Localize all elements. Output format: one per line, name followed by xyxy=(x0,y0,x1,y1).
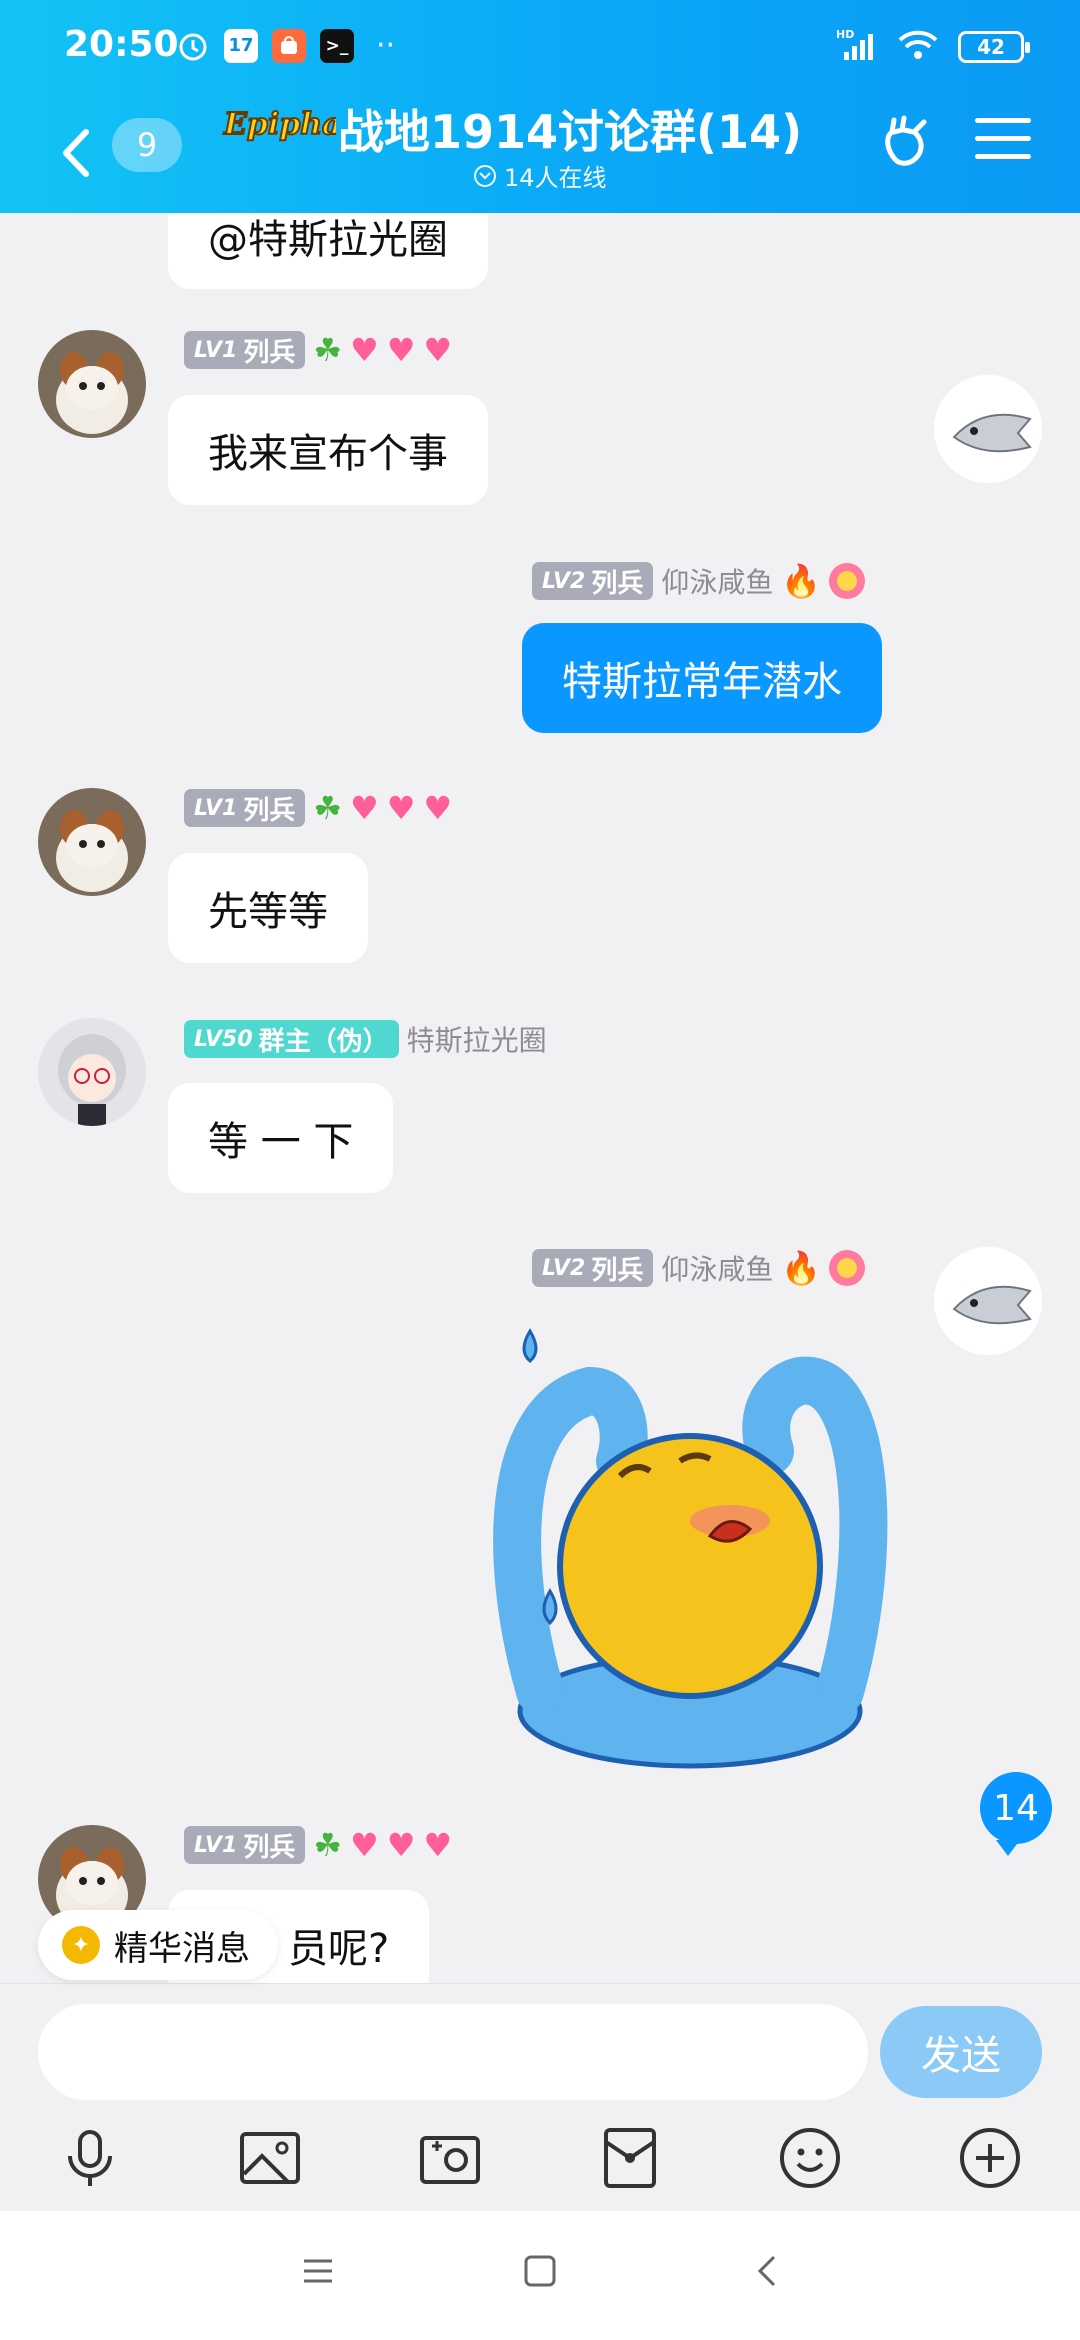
avatar-anime-girl[interactable] xyxy=(38,1018,146,1126)
avatar-cat[interactable] xyxy=(38,788,146,896)
plus-icon[interactable] xyxy=(958,2126,1022,2190)
heart-icon: ♥ xyxy=(386,1826,416,1864)
level-badge: LV1 列兵 xyxy=(184,789,306,827)
message-bubble[interactable]: @特斯拉光圈 xyxy=(168,213,488,289)
heart-icon: ♥ xyxy=(423,331,453,369)
title-bar: 9 Epiphany 战地1914讨论群(14) 14人在线 xyxy=(0,96,1080,213)
shop-app-icon xyxy=(272,28,306,63)
menu-line xyxy=(975,136,1031,141)
crying-emoji-sticker[interactable] xyxy=(470,1311,910,1781)
online-count: 14人在线 xyxy=(504,164,607,192)
level-badge: LV2 列兵 xyxy=(532,1249,654,1287)
svg-text:HD: HD xyxy=(836,28,854,41)
unread-count-badge[interactable]: 9 xyxy=(112,118,182,172)
heart-icon: ♥ xyxy=(423,1826,453,1864)
alarm-icon xyxy=(176,29,210,63)
group-title[interactable]: 战地1914讨论群(14) xyxy=(338,96,802,162)
battery-indicator: 42 xyxy=(958,31,1030,63)
message-bubble[interactable]: 我来宣布个事 xyxy=(168,395,488,505)
sender-nickname: 仰泳咸鱼 xyxy=(661,1253,774,1286)
system-navigation-bar xyxy=(0,2211,1080,2340)
home-icon[interactable] xyxy=(520,2251,560,2291)
flower-icon xyxy=(829,1250,866,1286)
level-badge: LV1 列兵 xyxy=(184,331,306,369)
fire-icon: 🔥 xyxy=(781,1249,822,1287)
message-bubble[interactable]: 先等等 xyxy=(168,853,368,963)
message-bubble-self[interactable]: 特斯拉常年潜水 xyxy=(522,623,882,733)
heart-icon: ♥ xyxy=(350,789,379,827)
avatar-fish[interactable] xyxy=(934,375,1042,483)
more-notifications-icon: ·· xyxy=(376,28,396,63)
composer-toolbar xyxy=(0,2106,1080,2206)
avatar-cat[interactable] xyxy=(38,330,146,438)
recent-apps-icon[interactable] xyxy=(298,2251,338,2291)
online-status: 14人在线 xyxy=(474,158,607,193)
fire-icon: 🔥 xyxy=(781,562,822,600)
menu-line xyxy=(975,118,1031,123)
clover-icon: ☘ xyxy=(313,789,343,827)
message-bubble[interactable]: 等 一 下 xyxy=(168,1083,394,1193)
online-chevron-icon xyxy=(474,164,496,187)
heart-icon: ♥ xyxy=(350,331,379,369)
group-logo: Epiphany xyxy=(222,98,384,154)
flower-icon xyxy=(829,563,866,599)
sender-nickname: 特斯拉光圈 xyxy=(406,1024,547,1057)
clover-icon: ☘ xyxy=(313,331,343,369)
chevron-left-icon xyxy=(63,129,89,177)
emoji-icon[interactable] xyxy=(778,2126,842,2190)
message-input[interactable] xyxy=(38,2004,868,2100)
camera-icon[interactable] xyxy=(418,2126,482,2190)
message-list[interactable]: @特斯拉光圈 LV1 列兵 ☘ ♥ ♥ ♥ 我来宣布个事 LV2 列兵 仰泳咸鱼 🔥… xyxy=(0,213,1080,1983)
heart-icon: ♥ xyxy=(423,789,453,827)
sender-meta: LV50 群主（伪） 特斯拉光圈 xyxy=(184,1019,547,1059)
sender-meta: LV2 列兵 仰泳咸鱼 🔥 xyxy=(532,561,866,601)
back-button[interactable] xyxy=(50,120,106,186)
menu-button[interactable] xyxy=(975,118,1031,168)
notification-icons: 17 >_ ·· xyxy=(176,28,395,63)
essence-label: 精华消息 xyxy=(114,1928,250,1969)
clover-icon: ☘ xyxy=(313,1826,343,1864)
essence-flame-icon: ✦ xyxy=(62,1926,100,1964)
image-icon[interactable] xyxy=(238,2126,302,2190)
sender-meta: LV1 列兵 ☘ ♥ ♥ ♥ xyxy=(184,1826,452,1864)
avatar-fish[interactable] xyxy=(934,1247,1042,1355)
wifi-icon xyxy=(896,28,940,66)
sender-meta: LV2 列兵 仰泳咸鱼 🔥 xyxy=(532,1248,866,1288)
red-packet-icon[interactable] xyxy=(598,2126,662,2190)
status-time: 20:50 xyxy=(64,24,179,65)
essence-messages-chip[interactable]: ✦ 精华消息 xyxy=(38,1910,278,1980)
status-bar: 20:50 17 >_ ·· HD 42 xyxy=(0,0,1080,96)
composer: 发送 xyxy=(0,1983,1080,2211)
sender-meta: LV1 列兵 ☘ ♥ ♥ ♥ xyxy=(184,331,452,369)
terminal-app-icon: >_ xyxy=(320,28,354,63)
sender-nickname: 仰泳咸鱼 xyxy=(661,566,774,599)
menu-line xyxy=(975,154,1031,159)
signal-icon: HD xyxy=(836,28,878,66)
level-badge: LV1 列兵 xyxy=(184,1826,306,1864)
chat-header: 20:50 17 >_ ·· HD 42 9 Epiph 战地1914讨论群(1… xyxy=(0,0,1080,213)
microphone-icon[interactable] xyxy=(58,2126,122,2190)
rock-hand-icon[interactable] xyxy=(880,112,940,172)
heart-icon: ♥ xyxy=(350,1826,379,1864)
back-nav-icon[interactable] xyxy=(748,2251,788,2291)
send-button[interactable]: 发送 xyxy=(880,2006,1042,2098)
heart-icon: ♥ xyxy=(386,331,416,369)
svg-text:Epiphany: Epiphany xyxy=(223,107,336,142)
level-badge: LV2 列兵 xyxy=(532,562,654,600)
heart-icon: ♥ xyxy=(386,789,416,827)
new-message-badge[interactable]: 14 xyxy=(980,1772,1052,1856)
sender-meta: LV1 列兵 ☘ ♥ ♥ ♥ xyxy=(184,789,452,827)
calendar-icon: 17 xyxy=(224,28,258,63)
owner-badge: LV50 群主（伪） xyxy=(184,1020,399,1058)
system-status: HD 42 xyxy=(836,28,1030,66)
